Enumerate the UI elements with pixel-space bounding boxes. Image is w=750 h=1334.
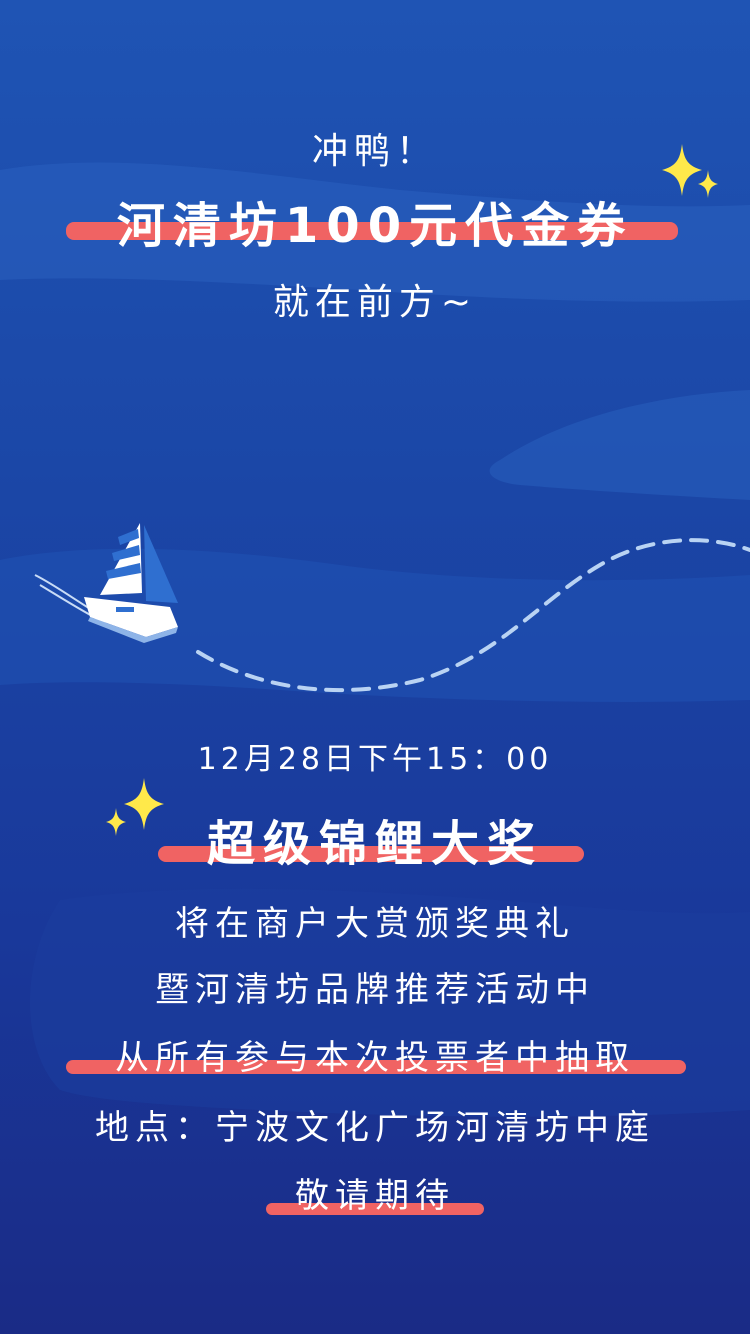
voucher-title: 河清坊100元代金券 — [116, 198, 634, 254]
poster: 冲鸭！ 河清坊100元代金券 就在前方~ 12月28日下午15：00 超级锦鲤大… — [0, 0, 750, 1334]
event-line-2: 暨河清坊品牌推荐活动中 — [155, 970, 595, 1010]
sailboat-icon — [34, 523, 178, 643]
event-closing: 敬请期待 — [295, 1176, 455, 1216]
event-date: 12月28日下午15：00 — [197, 742, 553, 777]
prize-title: 超级锦鲤大奖 — [206, 816, 543, 872]
event-line-3: 从所有参与本次投票者中抽取 — [115, 1038, 635, 1078]
top-line-1: 冲鸭！ — [311, 131, 438, 172]
event-line-1: 将在商户大赏颁奖典礼 — [175, 904, 575, 944]
event-location: 地点：宁波文化广场河清坊中庭 — [95, 1108, 655, 1148]
top-line-3: 就在前方~ — [272, 282, 478, 323]
